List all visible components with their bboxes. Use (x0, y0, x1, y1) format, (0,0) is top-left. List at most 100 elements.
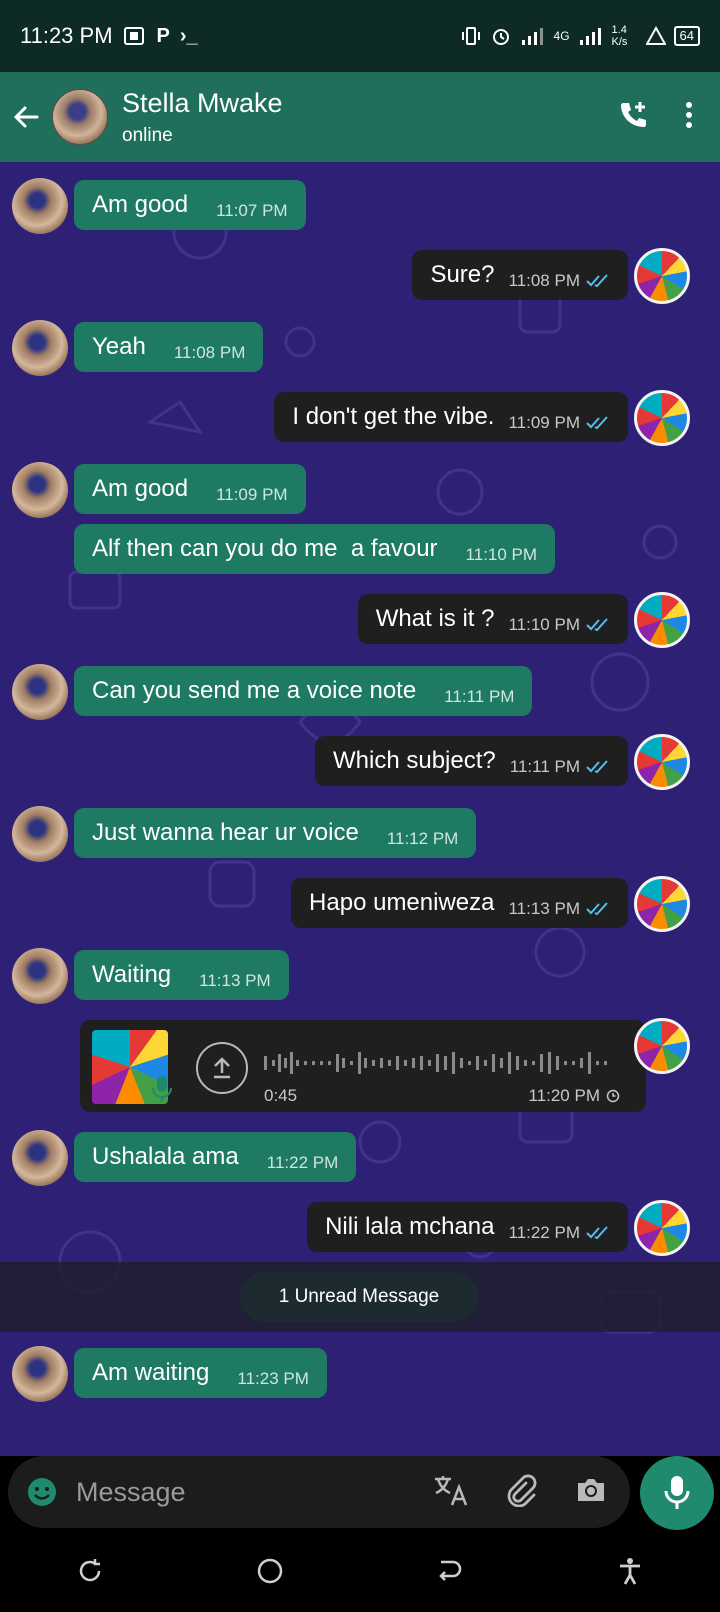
status-bar: 11:23 PM P ›_ 4G 1.4 K/s 64 (0, 0, 720, 72)
message-time: 11:12 PM (386, 829, 459, 848)
voice-upload-button[interactable] (196, 1042, 248, 1094)
message-text: Sure? (430, 261, 495, 288)
sender-avatar[interactable] (12, 320, 68, 376)
sender-avatar[interactable] (12, 806, 68, 862)
contact-status: online (122, 124, 173, 146)
message-outgoing[interactable]: Sure? 11:08 PM (412, 250, 628, 300)
sender-avatar[interactable] (12, 664, 68, 720)
chat-header: Stella Mwake online (0, 72, 720, 162)
sim-icon (123, 27, 144, 45)
back-button[interactable] (0, 102, 52, 132)
my-avatar[interactable] (634, 248, 690, 304)
message-outgoing[interactable]: I don't get the vibe. 11:09 PM (274, 392, 628, 442)
home-icon (257, 1558, 283, 1583)
add-call-icon (621, 101, 646, 127)
add-call-button[interactable] (616, 98, 650, 137)
camera-button[interactable] (574, 1475, 608, 1510)
my-avatar[interactable] (634, 1200, 690, 1256)
message-incoming[interactable]: Alf then can you do me a favour 11:10 PM (74, 524, 556, 574)
message-text: Am waiting (92, 1359, 210, 1386)
status-glyph-p: P (156, 24, 170, 47)
message-text: Just wanna hear ur voice (92, 819, 359, 846)
read-receipt-icon (586, 274, 610, 288)
system-nav-bar (0, 1534, 720, 1612)
message-incoming[interactable]: Am waiting 11:23 PM (74, 1348, 327, 1398)
more-options-button[interactable] (684, 100, 694, 135)
message-time: 11:22 PM (266, 1153, 339, 1172)
message-outgoing[interactable]: What is it ? 11:10 PM (357, 594, 628, 644)
home-button[interactable] (255, 1556, 285, 1591)
sender-avatar[interactable] (12, 1346, 68, 1402)
contact-info[interactable]: Stella Mwake online (122, 88, 283, 147)
chat-area[interactable]: Am good 11:07 PM Sure? 11:08 PM Yeah 11:… (0, 162, 720, 1456)
message-outgoing[interactable]: Hapo umeniweza 11:13 PM (291, 878, 628, 928)
my-avatar[interactable] (634, 876, 690, 932)
status-time: 11:23 PM (20, 23, 113, 48)
message-text: I don't get the vibe. (292, 403, 495, 430)
message-time: 11:11 PM (509, 757, 580, 776)
battery-indicator: 64 (673, 26, 700, 46)
mic-button[interactable] (640, 1456, 714, 1530)
attach-button[interactable] (504, 1473, 538, 1512)
message-time: 11:10 PM (508, 615, 580, 634)
message-time: 11:08 PM (173, 343, 246, 362)
rotate-button[interactable] (75, 1556, 105, 1591)
read-receipt-icon (586, 416, 610, 430)
voice-note-message[interactable]: 0:45 11:20 PM (80, 1020, 646, 1112)
message-incoming[interactable]: Can you send me a voice note 11:11 PM (74, 666, 533, 716)
message-incoming[interactable]: Waiting 11:13 PM (74, 950, 289, 1000)
sender-avatar[interactable] (12, 178, 68, 234)
rotate-icon (79, 1558, 101, 1581)
message-incoming[interactable]: Ushalala ama 11:22 PM (74, 1132, 357, 1182)
voice-time-text: 11:20 PM (528, 1086, 600, 1105)
message-incoming[interactable]: Just wanna hear ur voice 11:12 PM (74, 808, 477, 858)
contact-name: Stella Mwake (122, 87, 283, 118)
arrow-left-icon (13, 106, 39, 128)
sender-avatar[interactable] (12, 1130, 68, 1186)
emoji-button[interactable] (26, 1476, 58, 1508)
message-incoming[interactable]: Am good 11:09 PM (74, 464, 306, 514)
signal-icon (521, 28, 543, 45)
message-text: Can you send me a voice note (92, 677, 417, 704)
translate-button[interactable] (432, 1473, 468, 1512)
voice-waveform[interactable] (264, 1048, 620, 1078)
status-bar-right: 4G 1.4 K/s 64 (460, 24, 700, 48)
message-text: Which subject? (333, 747, 496, 774)
message-text: Nili lala mchana (325, 1213, 495, 1240)
message-incoming[interactable]: Yeah 11:08 PM (74, 322, 264, 372)
voice-time: 11:20 PM (528, 1086, 620, 1106)
translate-icon (435, 1475, 468, 1505)
status-bar-left: 11:23 PM P ›_ (20, 23, 198, 49)
message-outgoing[interactable]: Nili lala mchana 11:22 PM (307, 1202, 628, 1252)
message-incoming[interactable]: Am good 11:07 PM (74, 180, 306, 230)
message-time: 11:09 PM (508, 413, 580, 432)
message-text: Waiting (92, 961, 172, 988)
emoji-icon (28, 1478, 56, 1506)
upload-icon (214, 1057, 230, 1079)
sender-avatar[interactable] (12, 462, 68, 518)
contact-avatar[interactable] (52, 89, 108, 145)
alarm-icon (492, 29, 509, 45)
message-outgoing[interactable]: Which subject? 11:11 PM (315, 736, 628, 786)
message-time: 11:13 PM (508, 899, 580, 918)
my-avatar[interactable] (634, 592, 690, 648)
status-glyph-terminal: ›_ (179, 24, 198, 47)
message-text: Ushalala ama (92, 1143, 239, 1170)
read-receipt-icon (586, 618, 610, 632)
pending-clock-icon (606, 1089, 620, 1103)
vibrate-icon (461, 27, 480, 45)
read-receipt-icon (586, 1226, 610, 1240)
accessibility-button[interactable] (615, 1556, 645, 1591)
message-time: 11:23 PM (237, 1369, 309, 1388)
back-nav-button[interactable] (435, 1556, 465, 1591)
my-avatar[interactable] (634, 1018, 690, 1074)
network-type: 4G (553, 29, 570, 43)
my-avatar[interactable] (634, 734, 690, 790)
message-composer (8, 1456, 630, 1528)
message-input[interactable] (76, 1476, 376, 1508)
message-time: 11:08 PM (508, 271, 580, 290)
message-text: Am good (92, 475, 189, 502)
my-avatar[interactable] (634, 390, 690, 446)
warning-icon (645, 26, 666, 45)
sender-avatar[interactable] (12, 948, 68, 1004)
